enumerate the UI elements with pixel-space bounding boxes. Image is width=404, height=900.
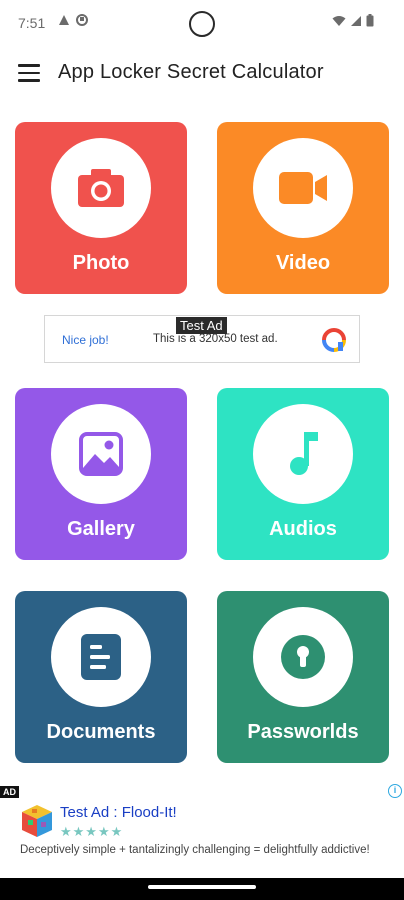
home-gesture-handle[interactable]	[148, 885, 256, 889]
video-tile[interactable]: Video	[217, 122, 389, 294]
audios-label: Audios	[269, 518, 337, 540]
music-note-icon	[290, 432, 318, 475]
camera-cutout	[189, 11, 215, 37]
documents-tile[interactable]: Documents	[15, 591, 187, 763]
status-icons-right	[332, 14, 374, 27]
signal-icon	[351, 15, 361, 26]
image-icon	[79, 432, 123, 476]
wifi-icon	[332, 15, 346, 26]
ad-logo-icon	[322, 328, 346, 352]
navigation-bar	[0, 878, 404, 900]
bottom-ad[interactable]: AD i Test Ad : Flood-It! ★★★★★ Deceptive…	[0, 782, 404, 878]
photo-icon-circle	[51, 138, 151, 238]
video-label: Video	[275, 252, 331, 274]
battery-icon	[366, 14, 374, 27]
document-icon	[81, 634, 121, 680]
audios-tile[interactable]: Audios	[217, 388, 389, 560]
gallery-tile[interactable]: Gallery	[15, 388, 187, 560]
ad-title-link[interactable]: Test Ad : Flood-It!	[60, 804, 177, 821]
banner-ad-tag: Test Ad	[176, 317, 227, 334]
ad-rating-stars: ★★★★★	[60, 824, 124, 839]
gallery-label: Gallery	[67, 518, 135, 540]
notification-triangle-icon	[59, 15, 69, 25]
status-bar: 7:51	[0, 0, 404, 48]
gallery-icon-circle	[51, 404, 151, 504]
passwords-icon-circle	[253, 607, 353, 707]
notification-circle-icon	[76, 14, 88, 26]
documents-icon-circle	[51, 607, 151, 707]
banner-ad-nice-text: Nice job!	[62, 333, 109, 347]
app-bar: App Locker Secret Calculator	[0, 48, 404, 102]
status-time: 7:51	[18, 15, 46, 31]
photo-tile[interactable]: Photo	[15, 122, 187, 294]
passwords-tile[interactable]: Passworlds	[217, 591, 389, 763]
menu-icon[interactable]	[18, 64, 40, 84]
ad-badge: AD	[0, 786, 19, 798]
audios-icon-circle	[253, 404, 353, 504]
video-camera-icon	[279, 172, 327, 204]
flood-it-app-icon	[22, 805, 52, 837]
passwords-label: Passworlds	[247, 721, 359, 743]
app-title: App Locker Secret Calculator	[58, 61, 324, 83]
video-icon-circle	[253, 138, 353, 238]
ad-description: Deceptively simple + tantalizingly chall…	[20, 844, 370, 856]
documents-label: Documents	[46, 721, 156, 743]
photo-label: Photo	[72, 252, 130, 274]
info-icon[interactable]: i	[388, 784, 402, 798]
status-icons-left	[58, 14, 88, 26]
banner-ad-text: This is a 320x50 test ad.	[153, 333, 278, 345]
keyhole-icon	[281, 635, 325, 679]
camera-icon	[78, 169, 124, 207]
